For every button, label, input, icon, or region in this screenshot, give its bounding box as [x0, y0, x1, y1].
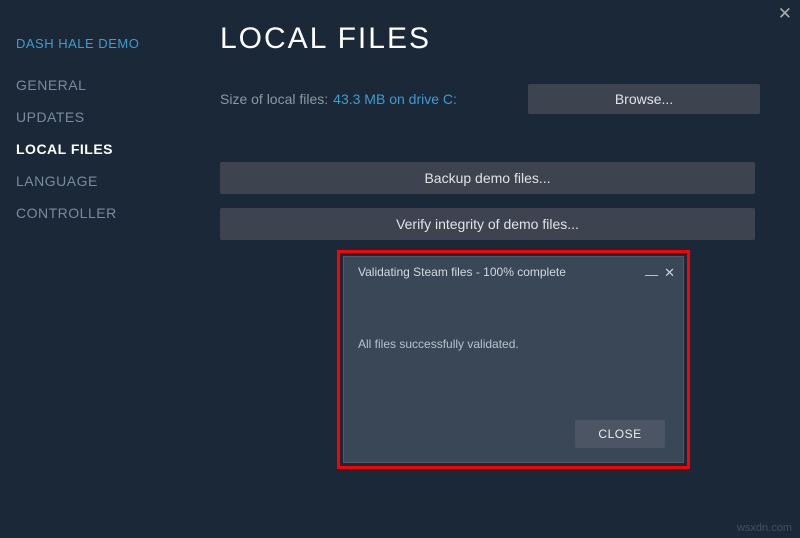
- sidebar: DASH HALE DEMO GENERAL UPDATES LOCAL FIL…: [0, 0, 200, 538]
- watermark: wsxdn.com: [737, 522, 792, 534]
- nav-updates[interactable]: UPDATES: [16, 109, 200, 125]
- nav-language[interactable]: LANGUAGE: [16, 173, 200, 189]
- size-label: Size of local files:: [220, 91, 328, 107]
- nav-local-files[interactable]: LOCAL FILES: [16, 141, 200, 157]
- browse-button[interactable]: Browse...: [528, 84, 760, 114]
- close-icon[interactable]: ✕: [664, 266, 675, 279]
- size-row: Size of local files: 43.3 MB on drive C:…: [220, 84, 760, 114]
- dialog-footer: CLOSE: [575, 420, 665, 448]
- dialog-header: Validating Steam files - 100% complete —…: [344, 257, 683, 287]
- size-value: 43.3 MB on drive C:: [333, 91, 457, 107]
- dialog-body: All files successfully validated.: [344, 287, 683, 351]
- nav-general[interactable]: GENERAL: [16, 77, 200, 93]
- dialog-highlight: Validating Steam files - 100% complete —…: [337, 250, 690, 469]
- nav-controller[interactable]: CONTROLLER: [16, 205, 200, 221]
- dialog-message: All files successfully validated.: [358, 337, 669, 351]
- page-title: LOCAL FILES: [220, 22, 760, 56]
- game-title: DASH HALE DEMO: [16, 36, 200, 51]
- backup-button[interactable]: Backup demo files...: [220, 162, 755, 194]
- dialog-title: Validating Steam files - 100% complete: [358, 265, 639, 279]
- validation-dialog: Validating Steam files - 100% complete —…: [343, 256, 684, 463]
- verify-button[interactable]: Verify integrity of demo files...: [220, 208, 755, 240]
- dialog-close-button[interactable]: CLOSE: [575, 420, 665, 448]
- minimize-icon[interactable]: —: [645, 268, 658, 281]
